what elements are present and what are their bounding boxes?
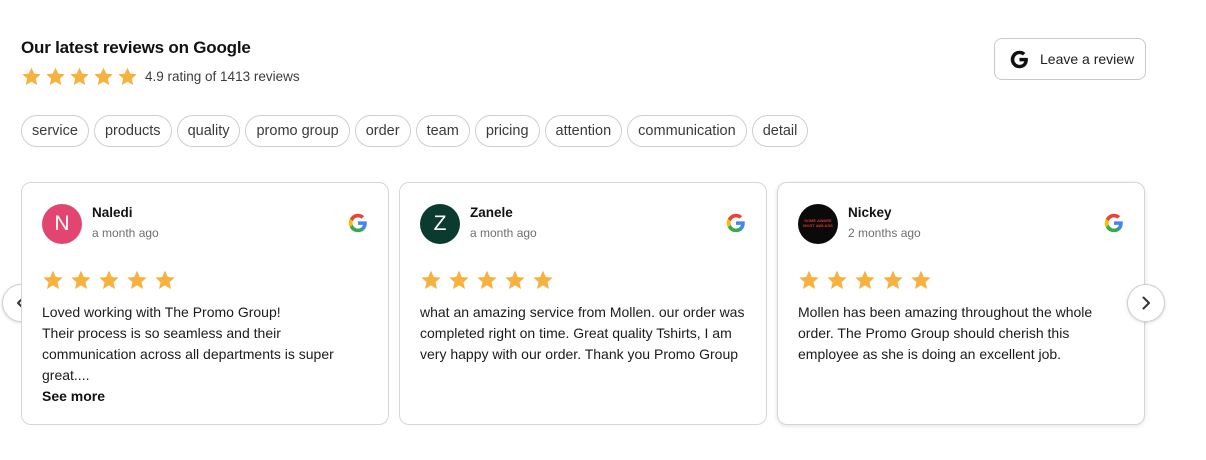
google-logo-icon	[348, 213, 367, 233]
reviewer-name: Nickey	[848, 205, 892, 220]
google-logo-icon	[1104, 213, 1123, 233]
review-date: a month ago	[92, 226, 159, 240]
star-icon	[94, 67, 113, 86]
overall-rating: 4.9 rating of 1413 reviews	[21, 66, 300, 87]
avatar: SOME AWARE MOST AWLASS	[798, 204, 838, 244]
review-text: Mollen has been amazing throughout the w…	[798, 304, 1093, 362]
tag-communication[interactable]: communication	[627, 115, 747, 147]
star-icon	[855, 270, 875, 289]
review-text: Loved working with The Promo Group! Thei…	[42, 304, 334, 383]
review-stars	[42, 269, 368, 291]
avatar: N	[42, 204, 82, 244]
tag-team[interactable]: team	[415, 115, 470, 147]
tag-pricing[interactable]: pricing	[474, 115, 540, 147]
review-card: SOME AWARE MOST AWLASS Nickey 2 months a…	[777, 182, 1145, 425]
star-icon	[911, 270, 931, 289]
leave-review-button[interactable]: Leave a review	[994, 38, 1146, 80]
keyword-tags: service products quality promo group ord…	[21, 115, 809, 147]
star-icon	[477, 270, 497, 289]
avatar-logo-text: MOST AWLASS	[803, 223, 833, 228]
google-logo-icon	[726, 213, 745, 233]
star-icon	[22, 67, 41, 86]
reviews-header: Our latest reviews on Google 4.9 rating …	[21, 38, 300, 87]
tag-promo-group[interactable]: promo group	[245, 115, 350, 147]
star-icon	[883, 270, 903, 289]
review-date: a month ago	[470, 226, 537, 240]
review-text: what an amazing service from Mollen. our…	[420, 304, 745, 362]
star-icon	[127, 270, 147, 289]
star-icon	[799, 270, 819, 289]
rating-summary: 4.9 rating of 1413 reviews	[145, 69, 300, 84]
review-stars	[798, 269, 1124, 291]
reviewer-name: Naledi	[92, 205, 133, 220]
star-icon	[118, 67, 137, 86]
review-date: 2 months ago	[848, 226, 921, 240]
review-card: N Naledi a month ago Loved working with …	[21, 182, 389, 425]
page-title: Our latest reviews on Google	[21, 38, 251, 57]
star-icon	[155, 270, 175, 289]
reviewer-name: Zanele	[470, 205, 513, 220]
google-g-icon	[1010, 50, 1028, 68]
tag-order[interactable]: order	[354, 115, 411, 147]
tag-products[interactable]: products	[93, 115, 172, 147]
star-icon	[71, 270, 91, 289]
star-icon	[827, 270, 847, 289]
carousel-next-button[interactable]	[1127, 284, 1165, 322]
star-icon	[505, 270, 525, 289]
chevron-right-icon	[1142, 296, 1150, 310]
tag-quality[interactable]: quality	[176, 115, 241, 147]
star-icon	[43, 270, 63, 289]
star-icon	[46, 67, 65, 86]
overall-stars	[21, 66, 138, 87]
star-icon	[421, 270, 441, 289]
review-card: Z Zanele a month ago what an amazing ser…	[399, 182, 767, 425]
tag-detail[interactable]: detail	[751, 115, 809, 147]
tag-service[interactable]: service	[21, 115, 89, 147]
star-icon	[449, 270, 469, 289]
leave-review-label: Leave a review	[1040, 51, 1135, 67]
star-icon	[533, 270, 553, 289]
review-stars	[420, 269, 746, 291]
avatar: Z	[420, 204, 460, 244]
star-icon	[70, 67, 89, 86]
star-icon	[99, 270, 119, 289]
tag-attention[interactable]: attention	[544, 115, 623, 147]
see-more-link[interactable]: See more	[42, 386, 368, 407]
